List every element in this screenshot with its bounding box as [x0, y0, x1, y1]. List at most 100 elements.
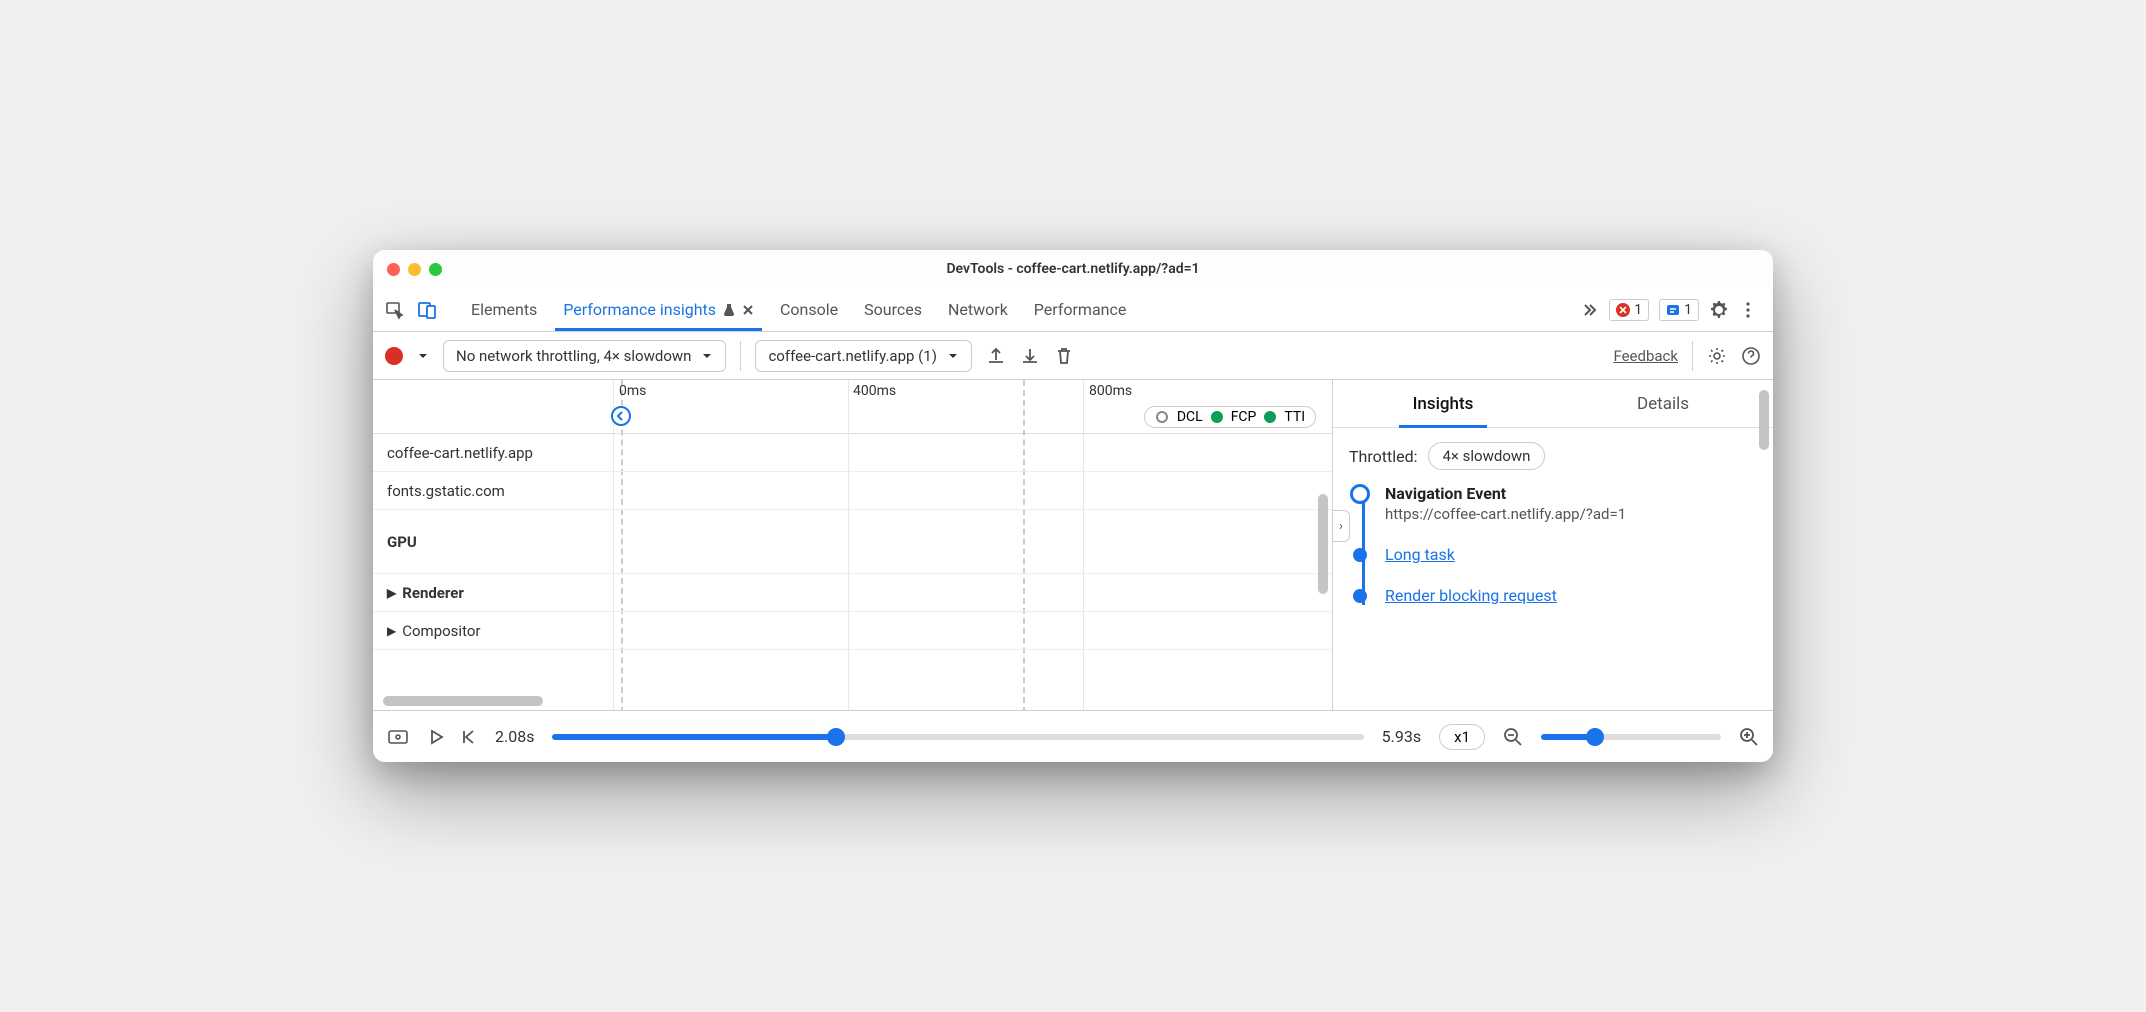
timeline-item-navigation[interactable]: Navigation Event https://coffee-cart.net… [1385, 484, 1757, 523]
throttle-summary: Throttled: 4× slowdown [1349, 442, 1757, 470]
inspect-element-icon[interactable] [385, 300, 405, 320]
flask-icon [722, 303, 736, 317]
record-button[interactable] [385, 347, 403, 365]
side-tab-insights[interactable]: Insights [1333, 380, 1553, 427]
recording-value: coffee-cart.netlify.app (1) [768, 347, 936, 365]
horizontal-scrollbar[interactable] [383, 696, 543, 706]
tab-performance[interactable]: Performance [1032, 290, 1129, 329]
tab-console[interactable]: Console [778, 290, 840, 329]
side-tab-details[interactable]: Details [1553, 380, 1773, 427]
timeline-ruler[interactable]: 0ms 400ms 800ms DCL FCP TTI [373, 380, 1332, 434]
divider [1692, 341, 1693, 371]
tab-label: Performance [1034, 300, 1127, 319]
play-button[interactable] [427, 728, 445, 746]
settings-gear-icon[interactable] [1709, 300, 1729, 320]
legend-label: TTI [1284, 409, 1305, 425]
device-toolbar-icon[interactable] [417, 300, 437, 320]
side-scrollbar[interactable] [1759, 390, 1769, 450]
timeline-item[interactable]: Render blocking request [1385, 586, 1757, 605]
slider-knob[interactable] [827, 728, 845, 746]
panel-settings-gear-icon[interactable] [1707, 346, 1727, 366]
network-track-row[interactable]: coffee-cart.netlify.app [373, 434, 1332, 472]
slider-knob[interactable] [1586, 728, 1604, 746]
playback-speed[interactable]: x1 [1439, 724, 1485, 750]
insights-toolbar: No network throttling, 4× slowdown coffe… [373, 332, 1773, 380]
delete-icon[interactable] [1054, 346, 1074, 366]
tab-sources[interactable]: Sources [862, 290, 924, 329]
playback-footer: 2.08s 5.93s x1 [373, 710, 1773, 762]
zoom-in-icon[interactable] [1739, 727, 1759, 747]
start-marker[interactable] [611, 406, 631, 426]
track-label: GPU [373, 525, 613, 559]
side-tabs: Insights Details [1333, 380, 1773, 428]
tab-elements[interactable]: Elements [469, 290, 539, 329]
insights-body: Throttled: 4× slowdown Navigation Event … [1333, 428, 1773, 710]
disclosure-triangle-icon[interactable]: ▶ [387, 586, 396, 600]
legend-label: DCL [1177, 409, 1203, 425]
slider-fill [552, 734, 836, 740]
compositor-track-row[interactable]: ▶ Compositor [373, 612, 1332, 650]
error-badge[interactable]: 1 [1609, 299, 1649, 321]
zoom-slider[interactable] [1541, 734, 1721, 740]
minimize-window-button[interactable] [408, 263, 421, 276]
tab-label: Sources [864, 300, 922, 319]
close-window-button[interactable] [387, 263, 400, 276]
collapse-side-pane-button[interactable]: › [1332, 510, 1350, 542]
metrics-legend[interactable]: DCL FCP TTI [1144, 406, 1316, 428]
import-icon[interactable] [1020, 346, 1040, 366]
timeline-link[interactable]: Long task [1385, 545, 1455, 564]
zoom-out-icon[interactable] [1503, 727, 1523, 747]
side-pane: › Insights Details Throttled: 4× slowdow… [1333, 380, 1773, 710]
feedback-link[interactable]: Feedback [1613, 347, 1678, 365]
kebab-menu-icon[interactable] [1739, 301, 1757, 319]
export-icon[interactable] [986, 346, 1006, 366]
track-label: fonts.gstatic.com [373, 474, 613, 508]
tab-network[interactable]: Network [946, 290, 1010, 329]
renderer-track-row[interactable]: ▶ Renderer [373, 574, 1332, 612]
timeline-item[interactable]: Long task [1385, 545, 1757, 564]
close-tab-icon[interactable] [742, 304, 754, 316]
skip-back-button[interactable] [459, 728, 477, 746]
vertical-scrollbar[interactable] [1318, 494, 1328, 594]
issues-badge[interactable]: 1 [1659, 299, 1699, 321]
disclosure-triangle-icon[interactable]: ▶ [387, 624, 396, 638]
titlebar: DevTools - coffee-cart.netlify.app/?ad=1 [373, 250, 1773, 288]
tab-label: Network [948, 300, 1008, 319]
ruler-tick: 400ms [853, 383, 896, 399]
divider [740, 341, 741, 371]
ruler-tick: 800ms [1089, 383, 1132, 399]
timeline-tracks: coffee-cart.netlify.app fonts.gstatic.co… [373, 434, 1332, 710]
playback-slider[interactable] [552, 734, 1363, 740]
window-title: DevTools - coffee-cart.netlify.app/?ad=1 [373, 261, 1773, 277]
window-controls [387, 263, 442, 276]
timeline-pane: 0ms 400ms 800ms DCL FCP TTI coffee-cart. [373, 380, 1333, 710]
tti-dot-icon [1264, 411, 1276, 423]
timeline-link[interactable]: Render blocking request [1385, 586, 1557, 605]
track-label: ▶ Renderer [373, 576, 613, 610]
devtools-window: DevTools - coffee-cart.netlify.app/?ad=1… [373, 250, 1773, 762]
legend-label: FCP [1231, 409, 1257, 425]
timeline-title: Navigation Event [1385, 484, 1757, 503]
tab-label: Elements [471, 300, 537, 319]
network-track-row[interactable]: fonts.gstatic.com [373, 472, 1332, 510]
timeline-url: https://coffee-cart.netlify.app/?ad=1 [1385, 505, 1757, 523]
throttle-pill[interactable]: 4× slowdown [1428, 442, 1546, 470]
error-count: 1 [1634, 302, 1642, 318]
record-options-caret-icon[interactable] [417, 350, 429, 362]
help-icon[interactable] [1741, 346, 1761, 366]
maximize-window-button[interactable] [429, 263, 442, 276]
issues-count: 1 [1684, 302, 1692, 318]
playback-end-time: 5.93s [1382, 727, 1421, 746]
timeline-ring-icon [1350, 484, 1370, 504]
tab-list: Elements Performance insights Console So… [451, 290, 1575, 329]
gpu-track-row[interactable]: GPU [373, 510, 1332, 574]
throttle-label: Throttled: [1349, 447, 1418, 466]
recording-select[interactable]: coffee-cart.netlify.app (1) [755, 340, 971, 372]
throttling-value: No network throttling, 4× slowdown [456, 347, 691, 365]
track-label: ▶ Compositor [373, 614, 613, 648]
tab-performance-insights[interactable]: Performance insights [561, 290, 756, 329]
filmstrip-toggle-icon[interactable] [387, 726, 409, 748]
insights-timeline: Navigation Event https://coffee-cart.net… [1349, 484, 1757, 605]
throttling-select[interactable]: No network throttling, 4× slowdown [443, 340, 726, 372]
more-tabs-icon[interactable] [1581, 301, 1599, 319]
